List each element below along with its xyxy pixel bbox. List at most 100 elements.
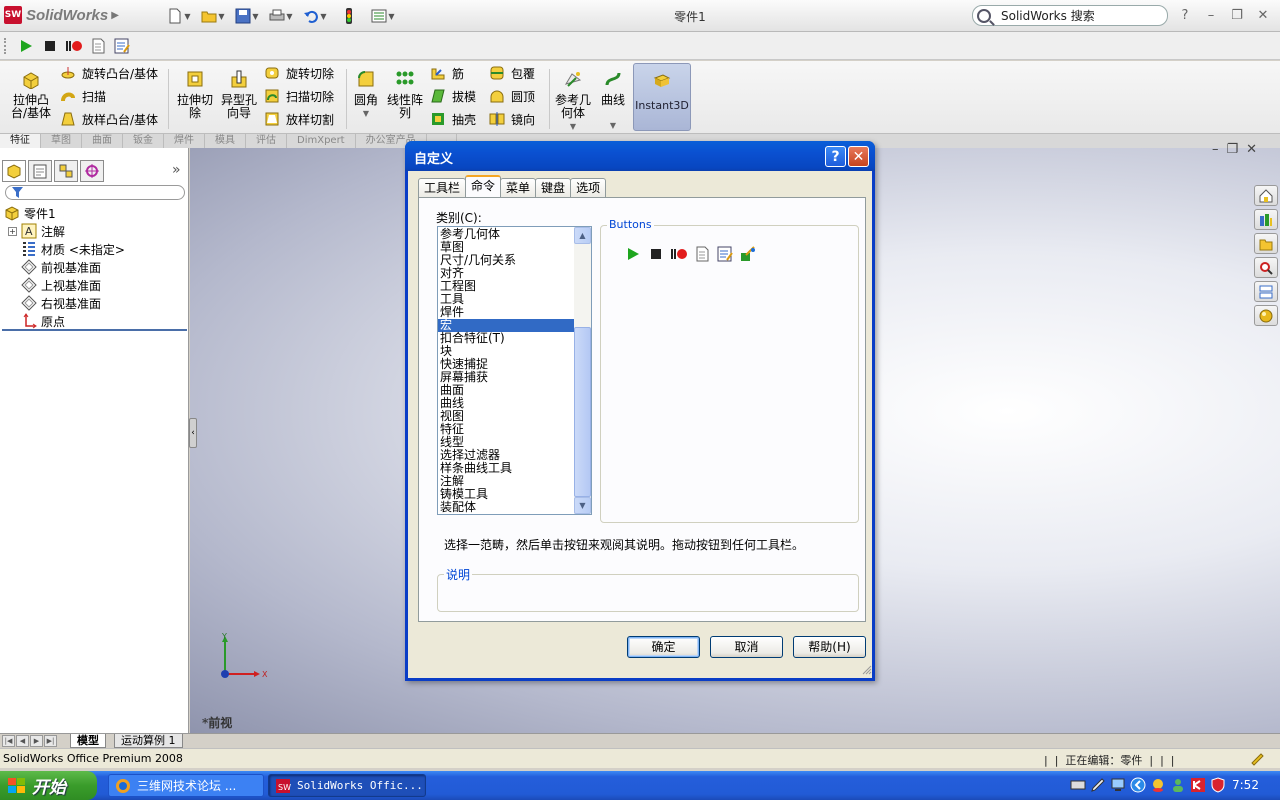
shell-button[interactable]: 抽壳: [430, 109, 476, 129]
draft-button[interactable]: 拔模: [430, 86, 476, 106]
run-macro-command[interactable]: [623, 244, 643, 264]
file-explorer-tab[interactable]: [1254, 233, 1278, 254]
lofted-cut-button[interactable]: 放样切割: [264, 109, 334, 129]
doc-restore-button[interactable]: ❐: [1227, 142, 1239, 157]
tree-item-origin[interactable]: 原点: [0, 312, 188, 330]
panel-splitter[interactable]: ‹: [189, 418, 197, 448]
dialog-help-text-button[interactable]: 帮助(H): [793, 636, 866, 658]
rollback-bar[interactable]: [2, 329, 187, 331]
rib-button[interactable]: 筋: [430, 63, 464, 83]
tree-item-annotations[interactable]: + A 注解: [0, 222, 188, 240]
start-button[interactable]: 开始: [0, 771, 97, 800]
taskbar-item-solidworks[interactable]: SW SolidWorks Offic...: [268, 774, 426, 797]
tab-weldments[interactable]: 焊件: [164, 134, 205, 148]
tree-filter-input[interactable]: [5, 185, 185, 200]
category-item[interactable]: 装配体: [438, 501, 574, 514]
design-library-tab[interactable]: [1254, 209, 1278, 230]
search-input[interactable]: SolidWorks 搜索: [972, 5, 1168, 26]
open-button[interactable]: ▼: [199, 5, 227, 27]
tab-surfaces[interactable]: 曲面: [82, 134, 123, 148]
prev-tab-button[interactable]: ◀: [16, 735, 29, 747]
dialog-close-button[interactable]: ✕: [848, 146, 869, 167]
menu-arrow-icon[interactable]: ▶: [111, 10, 119, 21]
appearances-tab[interactable]: [1254, 305, 1278, 326]
stop-macro-command[interactable]: [646, 244, 666, 264]
options-button[interactable]: ▼: [369, 5, 397, 27]
tab-toolbars[interactable]: 工具栏: [418, 178, 467, 197]
scroll-thumb[interactable]: [574, 327, 591, 497]
tab-options[interactable]: 选项: [570, 178, 607, 197]
antivirus-icon[interactable]: [1190, 777, 1206, 793]
run-macro-button[interactable]: [16, 36, 36, 56]
expand-icon[interactable]: +: [8, 226, 17, 236]
next-tab-button[interactable]: ▶: [30, 735, 43, 747]
wrap-button[interactable]: 包覆: [489, 63, 535, 83]
dome-button[interactable]: 圆顶: [489, 86, 535, 106]
extrude-cut-button[interactable]: 拉伸切 除: [172, 65, 218, 120]
tree-item-material[interactable]: 材质 <未指定>: [0, 240, 188, 258]
close-button[interactable]: ✕: [1252, 6, 1274, 24]
network-icon[interactable]: [1110, 777, 1126, 793]
edit-macro-button[interactable]: [112, 36, 132, 56]
dialog-title-bar[interactable]: 自定义 ? ✕: [405, 141, 875, 171]
print-button[interactable]: ▼: [267, 5, 295, 27]
curves-dropdown-icon[interactable]: ▼: [590, 119, 636, 132]
first-tab-button[interactable]: |◀: [2, 735, 15, 747]
linear-pattern-button[interactable]: 线性阵 列: [382, 65, 428, 120]
record-macro-button[interactable]: [64, 36, 84, 56]
solidworks-logo[interactable]: SW SolidWorks ▶: [4, 4, 134, 26]
loft-button[interactable]: 放样凸台/基体: [60, 109, 158, 129]
revolve-boss-button[interactable]: 旋转凸台/基体: [60, 63, 158, 83]
extrude-boss-button[interactable]: 拉伸凸 台/基体: [8, 65, 54, 120]
new-macro-command[interactable]: [692, 244, 712, 264]
category-item[interactable]: 扣合特征(T): [438, 332, 574, 345]
tree-item-top-plane[interactable]: 上视基准面: [0, 276, 188, 294]
tab-keyboard[interactable]: 键盘: [535, 178, 572, 197]
mirror-button[interactable]: 镜向: [489, 109, 535, 129]
tab-property-manager[interactable]: [28, 160, 52, 182]
edit-macro-command[interactable]: [715, 244, 735, 264]
instant3d-button[interactable]: Instant3D: [633, 63, 691, 131]
tab-motion-study[interactable]: 运动算例 1: [114, 734, 183, 748]
undo-button[interactable]: ▼: [301, 5, 329, 27]
restore-button[interactable]: ❐: [1226, 6, 1248, 24]
customize-macro-command[interactable]: [738, 244, 758, 264]
last-tab-button[interactable]: ▶|: [44, 735, 57, 747]
scroll-up-button[interactable]: ▲: [574, 227, 591, 244]
category-scrollbar[interactable]: ▲ ▼: [574, 227, 591, 514]
tab-feature-manager[interactable]: [2, 160, 26, 182]
tab-dimxpert-manager[interactable]: [80, 160, 104, 182]
curves-button[interactable]: 曲线 ▼: [590, 65, 636, 132]
cancel-button[interactable]: 取消: [710, 636, 783, 658]
tab-mold[interactable]: 模具: [205, 134, 246, 148]
category-listbox[interactable]: 参考几何体 草图 尺寸/几何关系 对齐 工程图 工具 焊件宏扣合特征(T) 块快速捕捉 屏幕捕获…: [437, 226, 592, 515]
ok-button[interactable]: 确定: [627, 636, 700, 658]
quick-tips-icon[interactable]: [1250, 751, 1265, 766]
solidworks-resources-tab[interactable]: [1254, 185, 1278, 206]
hole-wizard-button[interactable]: 异型孔 向导: [216, 65, 262, 120]
swept-cut-button[interactable]: 扫描切除: [264, 86, 334, 106]
tree-item-right-plane[interactable]: 右视基准面: [0, 294, 188, 312]
search-tab[interactable]: [1254, 257, 1278, 278]
stop-macro-button[interactable]: [40, 36, 60, 56]
taskbar-item-browser[interactable]: 三维网技术论坛 ...: [108, 774, 264, 797]
view-palette-tab[interactable]: [1254, 281, 1278, 302]
resize-grip-icon[interactable]: [862, 665, 872, 675]
qq-icon[interactable]: [1150, 777, 1166, 793]
doc-minimize-button[interactable]: –: [1212, 142, 1219, 157]
tab-configuration-manager[interactable]: [54, 160, 78, 182]
toolbar-grip[interactable]: [4, 38, 8, 54]
tab-sheet-metal[interactable]: 钣金: [123, 134, 164, 148]
new-document-button[interactable]: ▼: [165, 5, 193, 27]
save-button[interactable]: ▼: [233, 5, 261, 27]
tab-dimxpert[interactable]: DimXpert: [287, 134, 356, 148]
new-macro-button[interactable]: [88, 36, 108, 56]
tab-menus[interactable]: 菜单: [500, 178, 537, 197]
help-button[interactable]: ?: [1174, 6, 1196, 24]
tab-sketch[interactable]: 草图: [41, 134, 82, 148]
contacts-icon[interactable]: [1170, 777, 1186, 793]
more-tabs-icon[interactable]: »: [172, 162, 181, 178]
dialog-help-button[interactable]: ?: [825, 146, 846, 167]
tab-features[interactable]: 特征: [0, 134, 41, 148]
rebuild-button[interactable]: [335, 5, 363, 27]
